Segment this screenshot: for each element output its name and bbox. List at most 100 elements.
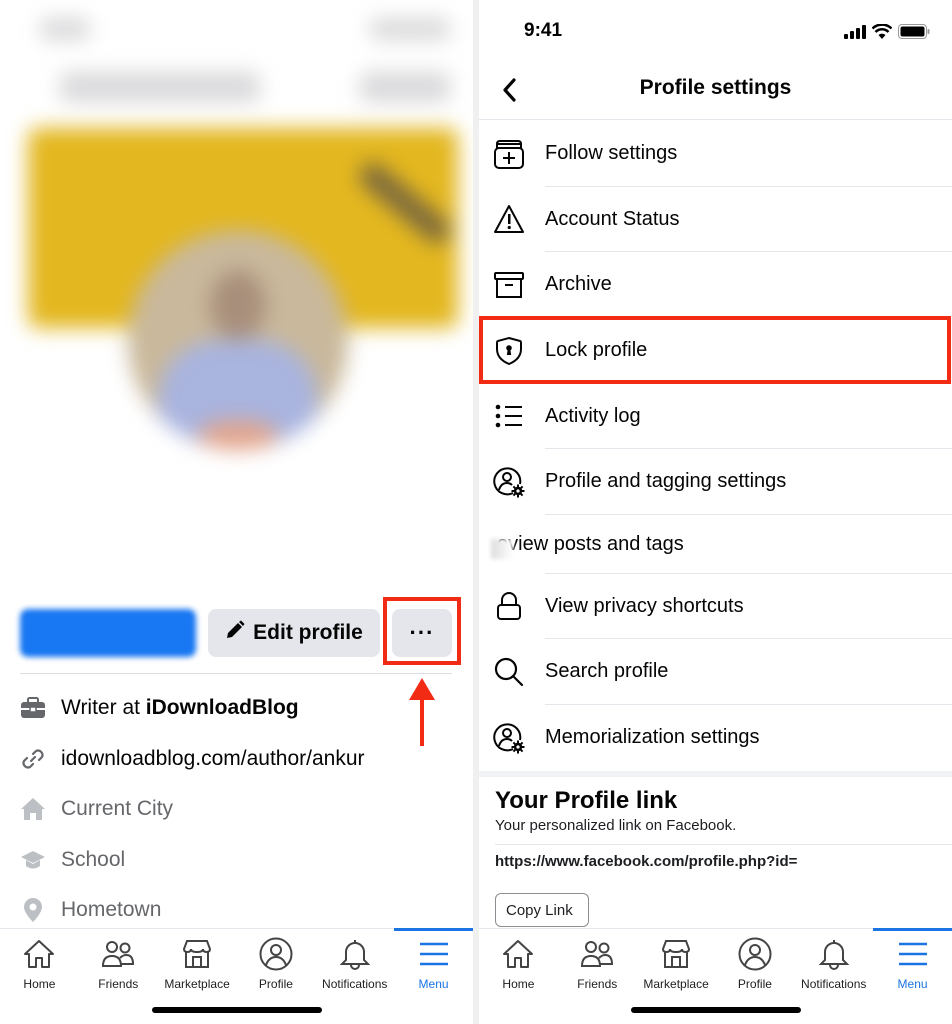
signal-icon (844, 24, 866, 44)
edit-profile-button[interactable]: Edit profile (208, 609, 380, 657)
avatar-face (210, 270, 266, 340)
tab-home-label: Home (23, 977, 56, 991)
hometown-label: Hometown (61, 898, 162, 922)
profile-link-section: Your Profile link Your personalized link… (495, 787, 952, 927)
pencil-icon (225, 620, 245, 646)
menu-label: Profile and tagging settings (545, 470, 787, 493)
profile-settings-screen: 9:41 Profile settings Follow settings Ac… (479, 0, 952, 1024)
lock-profile-highlight (479, 316, 951, 384)
tab-menu-label: Menu (897, 977, 928, 991)
menu-label: Follow settings (545, 142, 678, 165)
divider (495, 844, 952, 845)
list-icon (493, 400, 525, 432)
menu-label: eview posts and tags (497, 532, 684, 555)
arrow-up-annotation (409, 678, 435, 746)
menu-item-activity-log[interactable]: Activity log (479, 383, 952, 449)
friends-icon (101, 937, 135, 971)
bell-icon (817, 937, 851, 971)
tab-profile[interactable]: Profile (236, 937, 315, 999)
wifi-icon (871, 23, 893, 44)
menu-label: Account Status (545, 207, 680, 230)
home-icon (20, 796, 46, 822)
status-bar: 9:41 (479, 18, 952, 48)
tab-profile-label: Profile (737, 977, 772, 991)
menu-item-memorialization[interactable]: Memorialization settings (479, 705, 952, 771)
tab-home[interactable]: Home (479, 937, 558, 999)
tab-marketplace[interactable]: Marketplace (637, 937, 716, 999)
tab-profile-label: Profile (258, 977, 293, 991)
tab-home-label: Home (502, 977, 535, 991)
avatar-detail (198, 420, 278, 450)
tab-menu[interactable]: Menu (873, 928, 952, 999)
profile-icon (259, 937, 293, 971)
archive-icon (493, 269, 525, 301)
tab-friends[interactable]: Friends (558, 937, 637, 999)
page-title: Profile settings (639, 76, 792, 99)
tab-marketplace-label: Marketplace (643, 977, 709, 991)
website-link[interactable]: idownloadblog.com/author/ankur (61, 747, 365, 771)
tab-profile[interactable]: Profile (715, 937, 794, 999)
profile-url[interactable]: https://www.facebook.com/profile.php?id= (495, 853, 805, 871)
menu-label: Archive (545, 273, 612, 296)
tab-marketplace-label: Marketplace (164, 977, 230, 991)
menu-icon (417, 937, 451, 971)
intro-details: Writer at iDownloadBlog idownloadblog.co… (20, 683, 365, 936)
current-city-detail[interactable]: Current City (20, 784, 365, 835)
menu-item-archive[interactable]: Archive (479, 252, 952, 318)
blurred-profile-header (0, 0, 473, 600)
edit-profile-label: Edit profile (253, 621, 363, 644)
divider (20, 673, 452, 674)
search-icon (493, 656, 525, 688)
profile-link-subtitle: Your personalized link on Facebook. (495, 817, 737, 834)
tab-menu-label: Menu (418, 977, 449, 991)
warning-icon (493, 203, 525, 235)
home-icon (22, 937, 56, 971)
profile-picture[interactable] (128, 230, 348, 450)
tab-friends[interactable]: Friends (79, 937, 158, 999)
home-indicator[interactable] (630, 1007, 801, 1013)
blurred-edge (491, 538, 513, 559)
tab-notifications[interactable]: Notifications (794, 937, 873, 999)
tab-menu[interactable]: Menu (394, 928, 473, 999)
menu-item-follow-settings[interactable]: Follow settings (479, 121, 952, 187)
menu-label: Search profile (545, 660, 669, 683)
tab-notifications[interactable]: Notifications (315, 937, 394, 999)
menu-label: Activity log (545, 404, 641, 427)
school-detail[interactable]: School (20, 835, 365, 886)
menu-label: View privacy shortcuts (545, 594, 744, 617)
tab-home[interactable]: Home (0, 937, 79, 999)
menu-item-account-status[interactable]: Account Status (479, 187, 952, 253)
tab-notifications-label: Notifications (801, 977, 867, 991)
user-gear-icon (493, 466, 525, 498)
current-city-label: Current City (61, 797, 174, 821)
menu-item-profile-tagging[interactable]: Profile and tagging settings (479, 449, 952, 515)
blurred-status-icons (370, 18, 450, 40)
user-gear-icon (493, 722, 525, 754)
blurred-profile-name (60, 72, 260, 102)
battery-icon (898, 24, 930, 44)
status-time: 9:41 (524, 20, 563, 41)
bottom-tab-bar: Home Friends Marketplace Profile Notific… (0, 928, 473, 1024)
menu-item-review-posts-and-tags[interactable]: eview posts and tags (479, 515, 952, 574)
copy-link-button[interactable]: Copy Link (495, 893, 589, 927)
menu-item-view-privacy-shortcuts[interactable]: View privacy shortcuts (479, 574, 952, 640)
profile-link-title: Your Profile link (495, 787, 678, 814)
home-icon (501, 937, 535, 971)
tab-friends-label: Friends (577, 977, 618, 991)
website-detail: idownloadblog.com/author/ankur (20, 734, 365, 785)
add-to-story-button[interactable] (20, 609, 196, 657)
menu-label: Memorialization settings (545, 726, 760, 749)
home-indicator[interactable] (151, 1007, 322, 1013)
profile-icon (738, 937, 772, 971)
marketplace-icon (180, 937, 214, 971)
work-employer[interactable]: iDownloadBlog (146, 696, 299, 720)
follow-settings-icon (493, 138, 525, 170)
more-button-highlight (383, 597, 461, 665)
tab-marketplace[interactable]: Marketplace (158, 937, 237, 999)
blurred-status-time (40, 18, 90, 40)
profile-screen: Edit profile ··· Writer at iDownloadBlog… (0, 0, 473, 1024)
school-label: School (61, 847, 126, 871)
lock-icon (493, 590, 525, 622)
bell-icon (338, 937, 372, 971)
menu-item-search-profile[interactable]: Search profile (479, 639, 952, 705)
